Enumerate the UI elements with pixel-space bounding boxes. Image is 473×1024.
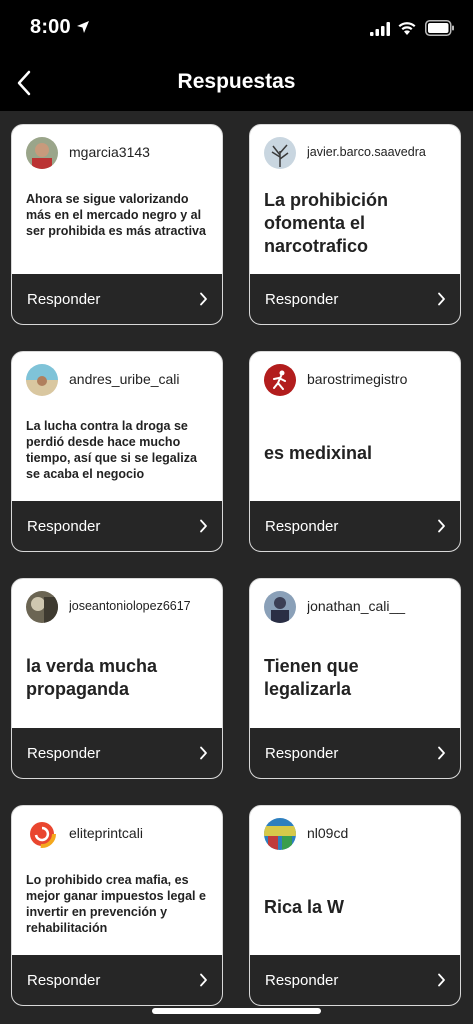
response-card: javier.barco.saavedra La prohibición ofo… <box>249 124 461 325</box>
chevron-right-icon <box>200 746 207 760</box>
responses-grid: mgarcia3143 Ahora se sigue valorizando m… <box>11 124 462 1006</box>
chevron-right-icon <box>438 746 445 760</box>
card-body: andres_uribe_cali La lucha contra la dro… <box>12 352 222 501</box>
chevron-right-icon <box>200 292 207 306</box>
response-card: mgarcia3143 Ahora se sigue valorizando m… <box>11 124 223 325</box>
response-card: eliteprintcali Lo prohibido crea mafia, … <box>11 805 223 1006</box>
response-message: Rica la W <box>264 897 345 917</box>
username[interactable]: mgarcia3143 <box>69 144 216 160</box>
username[interactable]: nl09cd <box>307 825 454 841</box>
reply-label: Responder <box>265 971 339 989</box>
status-bar: 8:00 <box>0 0 473 58</box>
avatar[interactable] <box>264 364 296 396</box>
reply-button[interactable]: Responder <box>250 955 460 1005</box>
username[interactable]: javier.barco.saavedra <box>307 145 454 159</box>
reply-label: Responder <box>27 744 101 762</box>
chevron-right-icon <box>200 519 207 533</box>
status-time: 8:00 <box>30 16 71 38</box>
username[interactable]: andres_uribe_cali <box>69 371 216 387</box>
cellular-signal-icon <box>370 22 390 36</box>
card-body: nl09cd Rica la W <box>250 806 460 955</box>
card-body: jonathan_cali__ Tienen que legalizarla <box>250 579 460 728</box>
username[interactable]: jonathan_cali__ <box>307 598 454 614</box>
location-arrow-icon <box>77 21 89 33</box>
reply-label: Responder <box>265 290 339 308</box>
reply-button[interactable]: Responder <box>12 728 222 778</box>
response-message: Tienen que legalizarla <box>264 656 359 699</box>
response-message: la verda mucha propaganda <box>26 656 158 699</box>
avatar[interactable] <box>264 591 296 623</box>
nav-bar: Respuestas <box>0 58 473 111</box>
reply-label: Responder <box>27 290 101 308</box>
response-card: jonathan_cali__ Tienen que legalizarla R… <box>249 578 461 779</box>
chevron-right-icon <box>438 519 445 533</box>
response-card: nl09cd Rica la W Responder <box>249 805 461 1006</box>
card-body: barostrimegistro es medixinal <box>250 352 460 501</box>
home-indicator[interactable] <box>152 1008 321 1014</box>
card-body: eliteprintcali Lo prohibido crea mafia, … <box>12 806 222 955</box>
avatar[interactable] <box>264 137 296 169</box>
response-message: La lucha contra la droga se perdió desde… <box>26 419 197 481</box>
response-card: barostrimegistro es medixinal Responder <box>249 351 461 552</box>
avatar[interactable] <box>26 591 58 623</box>
avatar[interactable] <box>26 818 58 850</box>
response-message: Lo prohibido crea mafia, es mejor ganar … <box>26 873 206 935</box>
response-card: andres_uribe_cali La lucha contra la dro… <box>11 351 223 552</box>
battery-icon <box>425 20 454 36</box>
card-body: javier.barco.saavedra La prohibición ofo… <box>250 125 460 274</box>
username[interactable]: eliteprintcali <box>69 825 216 841</box>
response-message: Ahora se sigue valorizando más en el mer… <box>26 192 206 238</box>
reply-label: Responder <box>27 971 101 989</box>
response-message: es medixinal <box>264 443 373 463</box>
response-message: La prohibición ofomenta el narcotrafico <box>264 190 388 256</box>
username[interactable]: joseantoniolopez6617 <box>69 599 216 613</box>
chevron-right-icon <box>200 973 207 987</box>
chevron-right-icon <box>438 292 445 306</box>
wifi-icon <box>398 22 416 35</box>
reply-button[interactable]: Responder <box>12 274 222 324</box>
avatar[interactable] <box>26 364 58 396</box>
reply-button[interactable]: Responder <box>12 955 222 1005</box>
response-card: joseantoniolopez6617 la verda mucha prop… <box>11 578 223 779</box>
reply-label: Responder <box>265 517 339 535</box>
reply-label: Responder <box>265 744 339 762</box>
reply-button[interactable]: Responder <box>250 274 460 324</box>
card-body: mgarcia3143 Ahora se sigue valorizando m… <box>12 125 222 274</box>
chevron-right-icon <box>438 973 445 987</box>
avatar[interactable] <box>264 818 296 850</box>
reply-button[interactable]: Responder <box>250 728 460 778</box>
screen: 8:00 Respuestas mgarcia3143 Ahora se sig… <box>0 0 473 1024</box>
page-title: Respuestas <box>177 70 296 93</box>
reply-label: Responder <box>27 517 101 535</box>
avatar[interactable] <box>26 137 58 169</box>
card-body: joseantoniolopez6617 la verda mucha prop… <box>12 579 222 728</box>
reply-button[interactable]: Responder <box>250 501 460 551</box>
reply-button[interactable]: Responder <box>12 501 222 551</box>
username[interactable]: barostrimegistro <box>307 371 454 387</box>
